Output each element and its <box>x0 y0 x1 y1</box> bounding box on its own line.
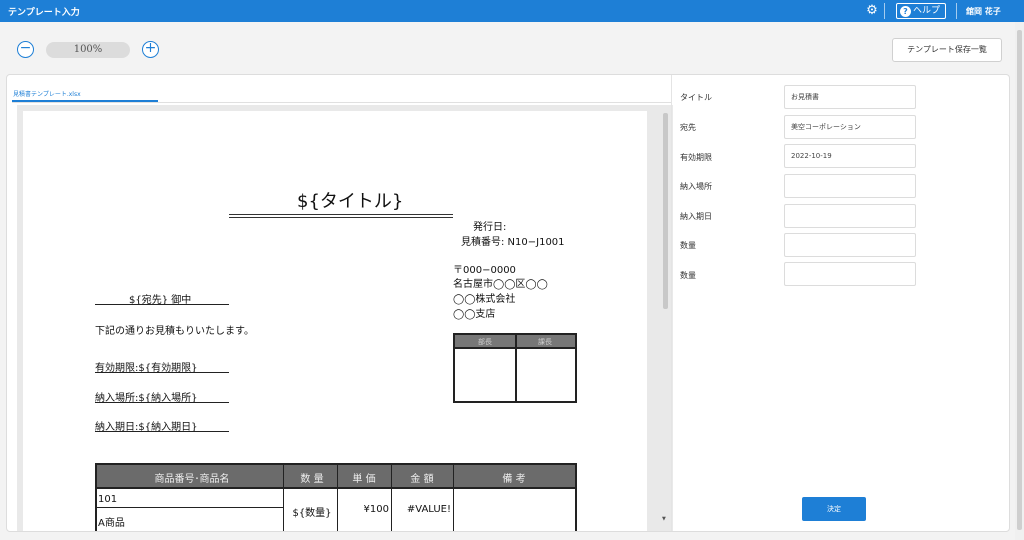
app-title: テンプレート入力 <box>8 8 80 18</box>
stamp-header-cell: 課長 <box>538 338 552 346</box>
item-quantity: ${数量} <box>292 508 332 519</box>
valid-until-input[interactable]: 2022-10-19 <box>784 144 916 168</box>
quantity-input-2[interactable] <box>784 262 916 286</box>
postal-code: 〒000−0000 <box>453 265 516 276</box>
items-header-cell: 商品番号･商品名 <box>154 474 230 485</box>
item-amount: #VALUE! <box>406 504 451 515</box>
delivery-date-input[interactable] <box>784 204 916 228</box>
zoom-in-button[interactable]: + <box>142 41 159 58</box>
items-header-cell: 単 価 <box>352 474 376 485</box>
delivery-place-input[interactable] <box>784 174 916 198</box>
item-name: A商品 <box>98 518 125 529</box>
header-divider <box>956 3 957 19</box>
submit-button[interactable]: 決定 <box>802 497 866 521</box>
company-name: ◯◯株式会社 <box>453 294 516 305</box>
row-divider <box>97 507 283 508</box>
column-divider <box>391 465 392 531</box>
column-divider <box>337 465 338 531</box>
title-underline <box>229 214 453 215</box>
item-unit-price: ¥100 <box>363 504 389 515</box>
template-form: タイトル お見積書 宛先 美空コーポレーション 有効期限 2022-10-19 … <box>671 75 1009 531</box>
recipient-input[interactable]: 美空コーポレーション <box>784 115 916 139</box>
page-scrollbar[interactable] <box>1015 22 1024 540</box>
item-code: 101 <box>98 494 118 505</box>
sheet-scrollbar[interactable]: ▼ <box>661 109 671 529</box>
field-label-quantity: 数量 <box>680 241 696 250</box>
field-label-recipient: 宛先 <box>680 123 696 132</box>
header-divider <box>884 3 885 19</box>
delivery-date-underline <box>95 431 229 432</box>
delivery-place-underline <box>95 402 229 403</box>
sheet-page: ${タイトル} 発行日: 見積番号: N10−J1001 〒000−0000 名… <box>23 111 647 531</box>
sheet-title: ${タイトル} <box>297 191 404 212</box>
intro-text: 下記の通りお見積もりいたします。 <box>95 326 254 337</box>
title-input[interactable]: お見積書 <box>784 85 916 109</box>
address: 名古屋市◯◯区◯◯ <box>453 279 548 290</box>
zoom-toolbar: − 100% + テンプレート保存一覧 <box>0 22 1016 72</box>
field-label-quantity-2: 数量 <box>680 271 696 280</box>
branch-name: ◯◯支店 <box>453 309 496 320</box>
title-underline <box>229 217 453 218</box>
stamp-divider <box>515 335 517 401</box>
sheet-preview[interactable]: ${タイトル} 発行日: 見積番号: N10−J1001 〒000−0000 名… <box>17 105 673 531</box>
approval-stamp-box: 部長 課長 <box>453 333 577 403</box>
sheet-tab[interactable]: 見積書テンプレート.xlsx <box>12 82 158 102</box>
quote-number: 見積番号: N10−J1001 <box>461 237 565 248</box>
app-header: テンプレート入力 ⚙ ? ヘルプ 舘岡 花子 <box>0 0 1024 22</box>
column-divider <box>453 465 454 531</box>
issue-date-label: 発行日: <box>473 222 507 233</box>
items-header-cell: 金 額 <box>410 474 434 485</box>
tab-divider <box>12 102 672 103</box>
recipient-underline <box>95 304 229 305</box>
items-header: 商品番号･商品名 数 量 単 価 金 額 備 考 <box>97 465 575 489</box>
column-divider <box>283 465 284 531</box>
field-label-delivery-place: 納入場所 <box>680 182 712 191</box>
valid-until-underline <box>95 372 229 373</box>
main-panel: 見積書テンプレート.xlsx ${タイトル} 発行日: 見積番号: N10−J1… <box>6 74 1010 532</box>
field-label-valid-until: 有効期限 <box>680 153 712 162</box>
question-icon: ? <box>900 6 911 17</box>
scroll-down-arrow-icon[interactable]: ▼ <box>662 516 666 522</box>
quantity-input[interactable] <box>784 233 916 257</box>
user-name[interactable]: 舘岡 花子 <box>966 6 1001 17</box>
sheet-scroll-thumb[interactable] <box>663 113 668 309</box>
help-label: ヘルプ <box>913 6 941 16</box>
zoom-level: 100% <box>46 42 130 58</box>
help-button[interactable]: ? ヘルプ <box>896 3 946 19</box>
items-header-cell: 備 考 <box>502 474 526 485</box>
stamp-header-cell: 部長 <box>478 338 492 346</box>
items-header-cell: 数 量 <box>300 474 324 485</box>
page-scroll-thumb[interactable] <box>1017 30 1022 530</box>
items-table: 商品番号･商品名 数 量 単 価 金 額 備 考 101 A商品 ${数量} ¥… <box>95 463 577 531</box>
field-label-delivery-date: 納入期日 <box>680 212 712 221</box>
gear-icon[interactable]: ⚙ <box>864 3 880 19</box>
zoom-out-button[interactable]: − <box>17 41 34 58</box>
template-list-button[interactable]: テンプレート保存一覧 <box>892 38 1002 62</box>
field-label-title: タイトル <box>680 93 712 102</box>
